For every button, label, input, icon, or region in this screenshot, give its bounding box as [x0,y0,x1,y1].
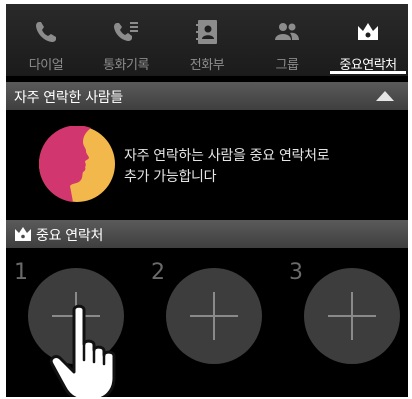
tab-contacts[interactable]: 전화부 [167,4,247,76]
info-message: 자주 연락하는 사람을 중요 연락처로 추가 가능합니다 [124,146,394,188]
tab-label: 전화부 [189,58,225,73]
section-title: 중요 연락처 [36,228,104,244]
plus-icon [351,292,353,340]
tab-favorites[interactable]: 중요연락처 [328,4,408,76]
collapse-arrow-icon[interactable] [376,91,394,101]
tab-label: 다이얼 [28,58,64,73]
tab-call-log[interactable]: 통화기록 [86,4,166,76]
pointing-hand-icon [49,304,116,397]
profile-silhouette-icon [39,126,115,202]
section-title: 자주 연락한 사람들 [14,90,123,106]
tab-label: 중요연락처 [339,58,397,73]
add-contact-slot-2[interactable] [166,268,262,364]
tab-label: 통화기록 [103,58,149,73]
phone-screen: 다이얼 통화기록 전화부 그룹 중요연락처 자주 연락한 사람들 자주 연락하는… [6,4,408,397]
call-log-icon [114,22,138,41]
phone-icon [36,22,56,42]
slot-number: 2 [151,260,165,285]
important-contacts-header: 중요 연락처 [6,220,408,248]
add-contact-slot-3[interactable] [304,268,400,364]
frequent-contacts-header[interactable]: 자주 연락한 사람들 [6,82,408,110]
slot-number: 1 [14,260,28,285]
tab-label: 그룹 [275,58,299,73]
group-icon [275,23,299,40]
tab-group[interactable]: 그룹 [247,4,327,76]
contacts-book-icon [196,20,217,44]
tab-bar: 다이얼 통화기록 전화부 그룹 중요연락처 [6,4,408,76]
tab-dial[interactable]: 다이얼 [6,4,86,76]
info-line: 자주 연락하는 사람을 중요 연락처로 [124,148,330,164]
info-line: 추가 가능합니다 [124,169,217,185]
crown-icon [358,23,378,40]
slot-number: 3 [289,260,303,285]
crown-icon [15,227,31,241]
plus-icon [213,292,215,340]
